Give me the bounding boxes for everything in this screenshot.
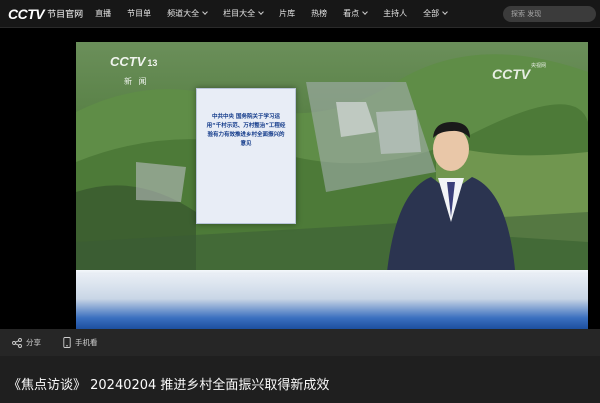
nav-item-hot[interactable]: 热榜 <box>311 8 327 19</box>
nav-label: 看点 <box>343 9 360 18</box>
nav-label: 全部 <box>423 9 440 18</box>
mobile-phone-icon <box>63 337 71 348</box>
video-frame[interactable]: 中共中央 国务院关于学习运用“千村示范、万村整治”工程经验有力有效推进乡村全面振… <box>76 42 588 329</box>
nav-label: 直播 <box>95 9 112 18</box>
main-nav: 直播 节目单 频道大全 栏目大全 片库 热榜 看点 主持人 全部 <box>95 0 463 28</box>
share-icon <box>12 337 22 348</box>
nav-item-all[interactable]: 全部 <box>423 8 448 19</box>
nav-label: 频道大全 <box>167 9 200 18</box>
video-info: 《焦点访谈》 20240204 推进乡村全面振兴取得新成效 <box>0 356 600 403</box>
nav-label: 片库 <box>279 9 296 18</box>
nav-item-highlights[interactable]: 看点 <box>343 8 368 19</box>
logo-mark: CCTV <box>8 5 45 22</box>
news-desk <box>76 274 588 329</box>
nav-label: 节目单 <box>127 9 152 18</box>
share-button[interactable]: 分享 <box>12 337 41 348</box>
chevron-down-icon <box>258 9 264 15</box>
mobile-label: 手机看 <box>75 338 98 347</box>
nav-item-schedule[interactable]: 节目单 <box>127 8 151 19</box>
video-title: 《焦点访谈》 20240204 推进乡村全面振兴取得新成效 <box>8 378 330 393</box>
cctv-logo[interactable]: CCTV 节目官网 <box>8 0 83 28</box>
nav-item-hosts[interactable]: 主持人 <box>383 8 407 19</box>
nav-label: 栏目大全 <box>223 9 256 18</box>
share-label: 分享 <box>26 338 41 347</box>
top-navigation-bar: CCTV 节目官网 直播 节目单 频道大全 栏目大全 片库 热榜 看点 主持人 … <box>0 0 600 28</box>
nav-item-columns[interactable]: 栏目大全 <box>223 8 264 19</box>
watch-on-mobile-button[interactable]: 手机看 <box>63 337 98 348</box>
action-bar: 分享 手机看 <box>0 329 600 356</box>
nav-label: 热榜 <box>311 9 328 18</box>
chevron-down-icon <box>442 9 448 15</box>
nav-item-live[interactable]: 直播 <box>95 8 111 19</box>
chevron-down-icon <box>362 9 368 15</box>
nav-label: 主持人 <box>383 9 408 18</box>
logo-subtitle: 节目官网 <box>47 10 84 20</box>
chevron-down-icon <box>202 9 208 15</box>
video-player[interactable]: 中共中央 国务院关于学习运用“千村示范、万村整治”工程经验有力有效推进乡村全面振… <box>0 28 600 329</box>
search-input[interactable] <box>503 6 596 22</box>
nav-item-library[interactable]: 片库 <box>279 8 295 19</box>
nav-item-channels[interactable]: 频道大全 <box>167 8 208 19</box>
